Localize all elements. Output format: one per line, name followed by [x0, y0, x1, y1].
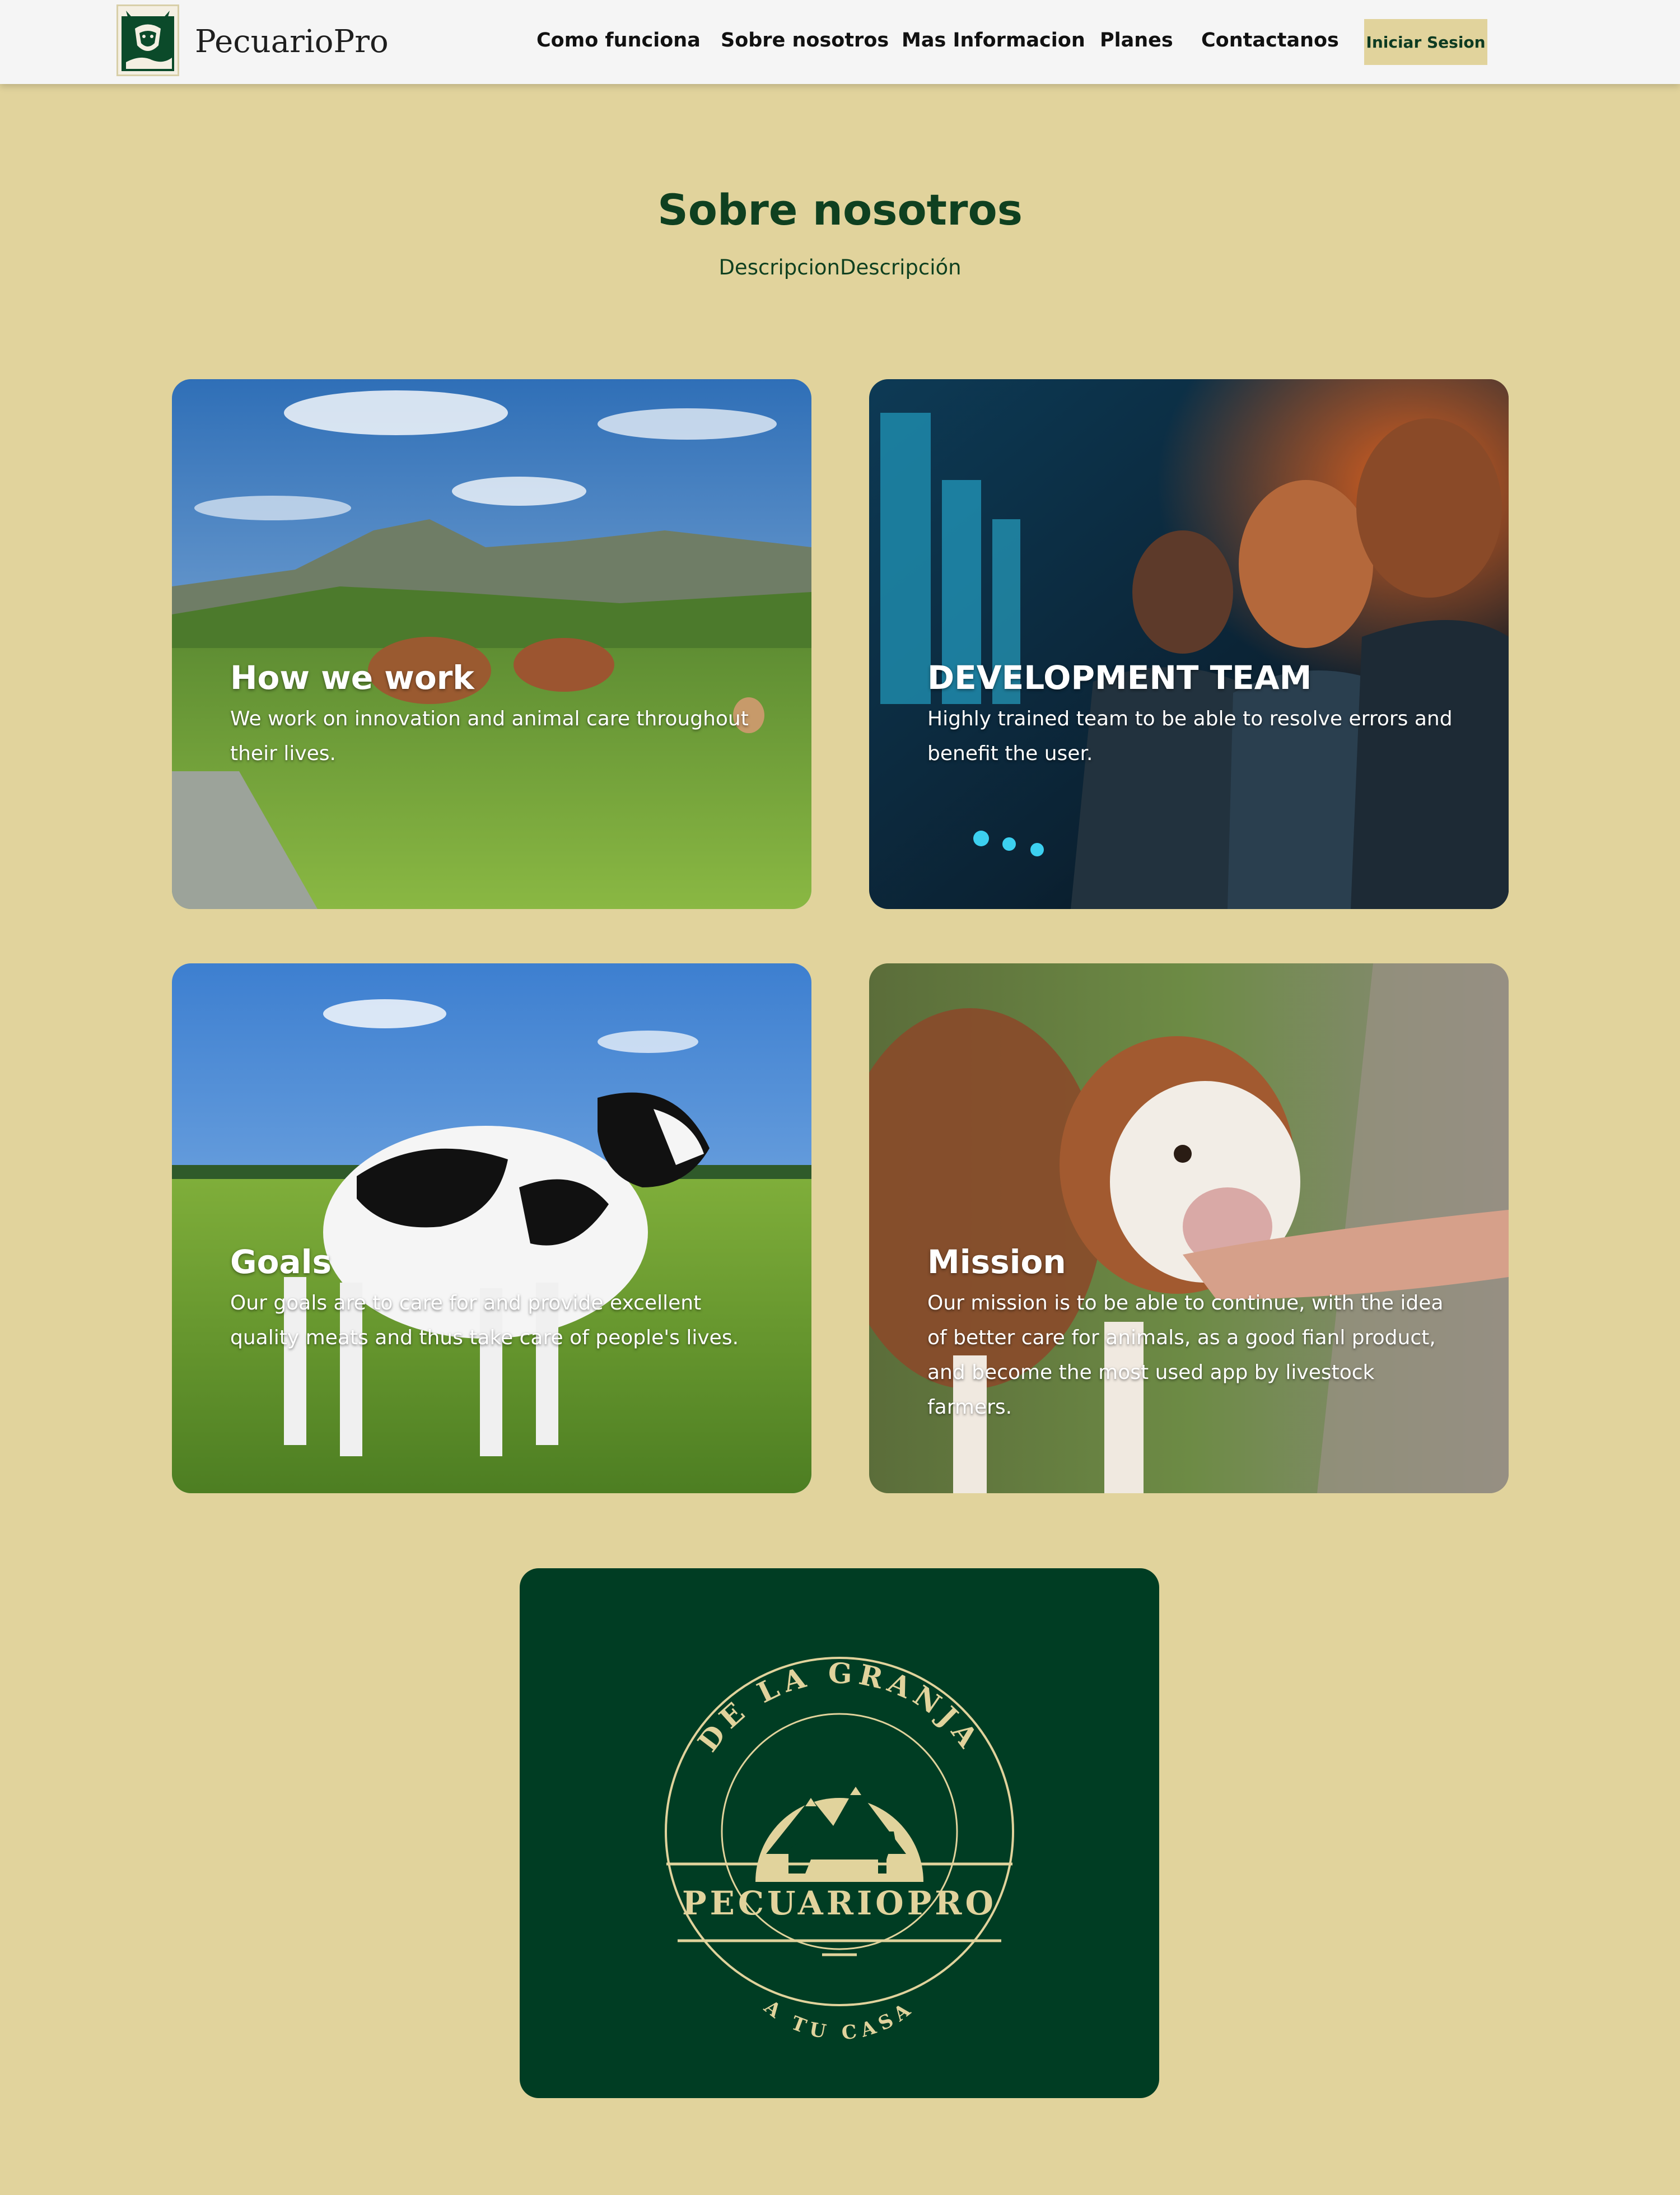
brand-name[interactable]: PecuarioPro: [195, 24, 389, 60]
page-subtitle: DescripcionDescripción: [718, 255, 962, 279]
brand-badge-card: DE LA GRANJA PECUARIOPRO A TU CASA: [520, 1568, 1159, 2098]
badge-name: PECUARIOPRO: [682, 1884, 997, 1922]
card-description: Highly trained team to be able to resolv…: [927, 707, 1453, 765]
svg-text:A TU CASA: A TU CASA: [759, 1996, 919, 2045]
page-title: Sobre nosotros: [657, 185, 1023, 235]
holstein-cow-field-photo: [172, 963, 811, 1493]
nav-como-funciona[interactable]: Como funciona: [536, 29, 701, 52]
cows-grazing-mountain-photo: [172, 379, 811, 909]
card-description: We work on innovation and animal care th…: [230, 707, 749, 765]
card-goals[interactable]: Goals Our goals are to care for and prov…: [172, 963, 811, 1493]
navbar: PecuarioPro Como funciona Sobre nosotros…: [0, 0, 1680, 84]
card-title: Mission: [927, 1243, 1066, 1281]
badge-bottom-text: A TU CASA: [759, 1996, 913, 2045]
nav-planes[interactable]: Planes: [1100, 29, 1173, 52]
developers-at-computers-photo: [869, 379, 1509, 909]
card-title: How we work: [230, 659, 474, 697]
nav-sobre-nosotros[interactable]: Sobre nosotros: [721, 29, 889, 52]
nav-contactanos[interactable]: Contactanos: [1201, 29, 1339, 52]
svg-text:DE LA GRANJA: DE LA GRANJA: [691, 1656, 987, 1758]
pecuariopro-badge-logo: DE LA GRANJA PECUARIOPRO A TU CASA: [665, 1656, 1014, 2045]
badge-top-text: DE LA GRANJA: [691, 1656, 982, 1758]
card-description: Our mission is to be able to continue, w…: [927, 1292, 1444, 1419]
bull-logo-icon[interactable]: [116, 4, 179, 76]
card-how-we-work[interactable]: How we work We work on innovation and an…: [172, 379, 811, 909]
card-title: DEVELOPMENT TEAM: [927, 659, 1312, 697]
nav-mas-informacion[interactable]: Mas Informacion: [902, 29, 1085, 52]
card-development-team[interactable]: DEVELOPMENT TEAM Highly trained team to …: [869, 379, 1509, 909]
card-description: Our goals are to care for and provide ex…: [230, 1292, 739, 1349]
card-title: Goals: [230, 1243, 332, 1281]
login-button[interactable]: Iniciar Sesion: [1364, 19, 1487, 65]
card-mission[interactable]: Mission Our mission is to be able to con…: [869, 963, 1509, 1493]
